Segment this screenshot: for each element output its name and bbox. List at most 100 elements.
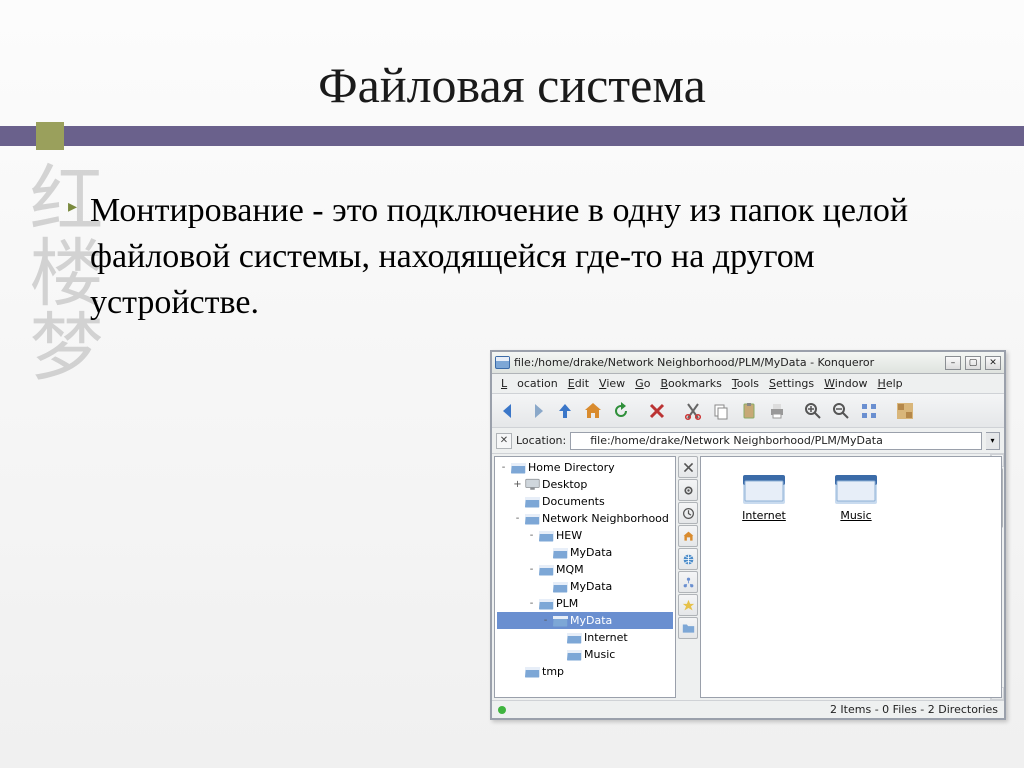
tree-row[interactable]: -Network Neighborhood	[497, 510, 673, 527]
paste-button[interactable]	[736, 398, 762, 424]
tree-label: tmp	[542, 665, 564, 678]
tree-label: MQM	[556, 563, 584, 576]
sidebar-folder-button[interactable]	[678, 617, 698, 639]
tree-row[interactable]: - MyData	[497, 612, 673, 629]
tree-row[interactable]: - MQM	[497, 561, 673, 578]
window-icon	[495, 356, 510, 369]
tree-row[interactable]: MyData	[497, 544, 673, 561]
slide: 红楼梦 Файловая система ▸ Монтирование - эт…	[0, 0, 1024, 768]
folder-icon	[566, 648, 582, 662]
location-dropdown[interactable]: ▾	[986, 432, 1000, 450]
cut-button[interactable]	[680, 398, 706, 424]
forward-button[interactable]	[524, 398, 550, 424]
sidebar-home-button[interactable]	[678, 525, 698, 547]
security-button[interactable]	[892, 398, 918, 424]
icon-pane[interactable]: Internet Music	[700, 456, 1002, 698]
tree-row[interactable]: Documents	[497, 493, 673, 510]
menu-tools[interactable]: Tools	[727, 377, 764, 390]
folder-icon	[524, 512, 540, 526]
stop-button[interactable]	[644, 398, 670, 424]
titlebar[interactable]: file:/home/drake/Network Neighborhood/PL…	[492, 352, 1004, 374]
sidebar-close-button[interactable]	[678, 456, 698, 478]
home-icon	[682, 530, 695, 543]
folder-item[interactable]: Internet	[729, 471, 799, 522]
accent-bar	[0, 126, 1024, 146]
menu-help[interactable]: Help	[873, 377, 908, 390]
menubar: LLocationocation Edit View Go Bookmarks …	[492, 374, 1004, 394]
tree-expander-icon[interactable]: -	[539, 615, 552, 626]
slide-title: Файловая система	[0, 56, 1024, 114]
tree-pane[interactable]: -Home Directory+Desktop Documents -Network…	[494, 456, 676, 698]
tree-row[interactable]: - HEW	[497, 527, 673, 544]
tree-expander-icon[interactable]: -	[511, 513, 524, 524]
sidebar-globe-button[interactable]	[678, 548, 698, 570]
tree-root[interactable]: -Home Directory	[497, 459, 673, 476]
folder-icon	[524, 495, 540, 509]
tree-row[interactable]: tmp	[497, 663, 673, 680]
home-button[interactable]	[580, 398, 606, 424]
zoom-in-button[interactable]	[800, 398, 826, 424]
tree-expander-icon[interactable]: -	[497, 462, 510, 473]
location-icon	[574, 435, 587, 446]
clock-icon	[682, 507, 695, 520]
tree-label: Documents	[542, 495, 605, 508]
menu-location[interactable]: LLocationocation	[496, 377, 563, 390]
copy-button[interactable]	[708, 398, 734, 424]
print-button[interactable]	[764, 398, 790, 424]
tree-label: HEW	[556, 529, 582, 542]
minimize-button[interactable]: –	[945, 356, 961, 370]
location-bar: ✕ Location: file:/home/drake/Network Nei…	[492, 428, 1004, 454]
tree-expander-icon[interactable]: +	[511, 479, 524, 490]
tree-row[interactable]: MyData	[497, 578, 673, 595]
sidebar-clock-button[interactable]	[678, 502, 698, 524]
back-button[interactable]	[496, 398, 522, 424]
content-area: -Home Directory+Desktop Documents -Network…	[492, 454, 1004, 700]
folder-item[interactable]: Music	[821, 471, 891, 522]
globe-icon	[682, 553, 695, 566]
clear-location-button[interactable]: ✕	[496, 433, 512, 449]
tree-expander-icon[interactable]: -	[525, 564, 538, 575]
close-button[interactable]: ✕	[985, 356, 1001, 370]
tree-row[interactable]: +Desktop	[497, 476, 673, 493]
sidebar-star-button[interactable]	[678, 594, 698, 616]
location-label: Location:	[516, 434, 566, 447]
status-text: 2 Items - 0 Files - 2 Directories	[830, 703, 998, 716]
menu-view[interactable]: View	[594, 377, 630, 390]
folder-label: Internet	[729, 509, 799, 522]
gear-icon	[682, 484, 695, 497]
tree-expander-icon[interactable]: -	[525, 598, 538, 609]
tree-expander-icon[interactable]: -	[525, 530, 538, 541]
tree-row[interactable]: -PLM	[497, 595, 673, 612]
bullet-icon: ▸	[68, 196, 77, 217]
tree-row[interactable]: Music	[497, 646, 673, 663]
folder-icon	[538, 529, 554, 543]
sidebar-network-button[interactable]	[678, 571, 698, 593]
statusbar: 2 Items - 0 Files - 2 Directories	[492, 700, 1004, 718]
menu-go[interactable]: Go	[630, 377, 655, 390]
menu-settings[interactable]: Settings	[764, 377, 819, 390]
location-input[interactable]: file:/home/drake/Network Neighborhood/PL…	[570, 432, 982, 450]
desktop-icon	[524, 478, 540, 492]
zoom-out-button[interactable]	[828, 398, 854, 424]
folder-icon	[566, 631, 582, 645]
menu-bookmarks[interactable]: Bookmarks	[655, 377, 726, 390]
maximize-button[interactable]: ▢	[965, 356, 981, 370]
sidebar-strip	[676, 454, 700, 700]
tree-label: Music	[584, 648, 615, 661]
folder-icon	[510, 461, 526, 475]
folder-icon	[538, 597, 554, 611]
network-icon	[682, 576, 695, 589]
location-value: file:/home/drake/Network Neighborhood/PL…	[590, 434, 883, 447]
reload-button[interactable]	[608, 398, 634, 424]
folder-label: Music	[821, 509, 891, 522]
menu-window[interactable]: Window	[819, 377, 872, 390]
tree-label: MyData	[570, 614, 612, 627]
folder-icon	[741, 471, 787, 507]
view-icons-button[interactable]	[856, 398, 882, 424]
tree-row[interactable]: Internet	[497, 629, 673, 646]
up-button[interactable]	[552, 398, 578, 424]
sidebar-gear-button[interactable]	[678, 479, 698, 501]
toolbar	[492, 394, 1004, 428]
menu-edit[interactable]: Edit	[563, 377, 594, 390]
folder-icon	[524, 665, 540, 679]
